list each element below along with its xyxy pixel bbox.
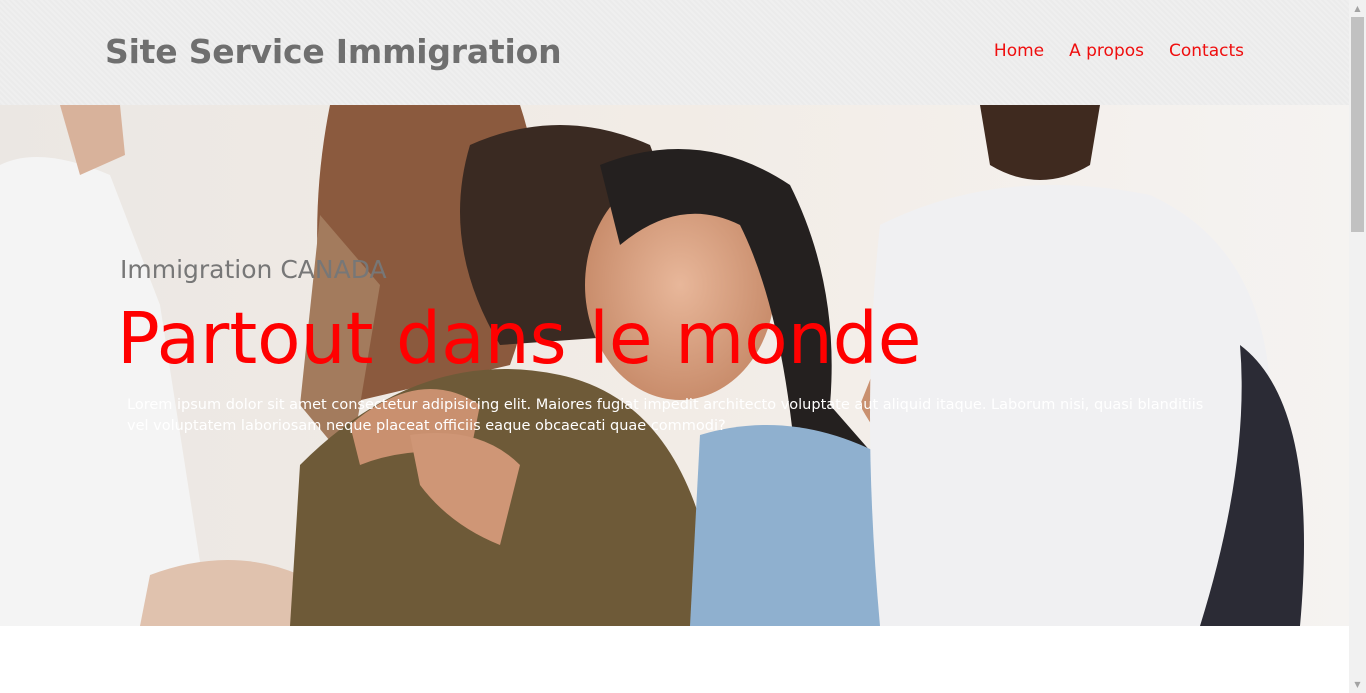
nav-links: Home A propos Contacts (994, 41, 1244, 61)
navbar: Site Service Immigration Home A propos C… (0, 0, 1349, 105)
brand-logo-text[interactable]: Site Service Immigration (105, 32, 562, 71)
hero-title: Partout dans le monde (117, 297, 922, 380)
hero-section: Immigration CANADA Partout dans le monde… (0, 105, 1349, 626)
nav-link-contacts[interactable]: Contacts (1169, 41, 1244, 61)
scrollbar-thumb[interactable] (1351, 17, 1364, 232)
hero-description: Lorem ipsum dolor sit amet consectetur a… (127, 397, 1204, 434)
hero-subtitle: Immigration CANADA (120, 255, 387, 284)
vertical-scrollbar[interactable]: ▲ ▼ (1349, 0, 1366, 693)
page: Site Service Immigration Home A propos C… (0, 0, 1349, 693)
nav-link-a-propos[interactable]: A propos (1069, 41, 1144, 61)
scroll-up-arrow-icon[interactable]: ▲ (1349, 0, 1366, 17)
scroll-down-arrow-icon[interactable]: ▼ (1349, 676, 1366, 693)
nav-link-home[interactable]: Home (994, 41, 1044, 61)
